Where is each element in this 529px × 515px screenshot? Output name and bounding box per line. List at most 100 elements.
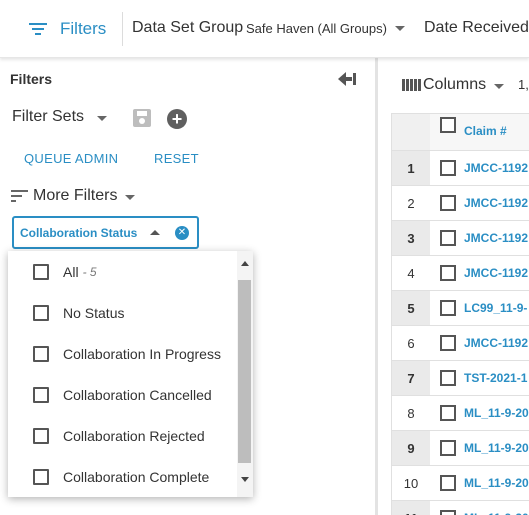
row-checkbox[interactable] (440, 195, 456, 211)
add-circle-icon: + (171, 109, 183, 129)
filter-sets-dropdown[interactable]: Filter Sets (12, 108, 108, 126)
row-checkbox[interactable] (440, 405, 456, 421)
save-filter-set-button[interactable] (133, 109, 151, 127)
option-collaboration-rejected[interactable]: Collaboration Rejected (8, 415, 236, 456)
row-number: 6 (407, 335, 415, 351)
table-row[interactable]: 8 ML_11-9-20 (392, 396, 529, 431)
table-row[interactable]: 9 ML_11-9-20 (392, 431, 529, 466)
claim-number-link[interactable]: JMCC-1192 (464, 336, 528, 350)
claims-grid-area: Columns 1, Claim # 1 JMCC-1192 2 JMCC-1192 3… (378, 58, 529, 515)
filters-toggle-label: Filters (60, 19, 107, 38)
data-set-group-select[interactable]: Safe Haven (All Groups) (246, 19, 405, 36)
row-number-header (392, 114, 430, 150)
scrollbar-thumb[interactable] (238, 280, 251, 463)
claims-table: Claim # 1 JMCC-1192 2 JMCC-1192 3 JMCC-1192 4 J… (391, 113, 529, 515)
scroll-down-arrow-icon[interactable] (241, 477, 249, 482)
scroll-up-arrow-icon[interactable] (241, 261, 249, 266)
date-received-label[interactable]: Date Received (424, 19, 529, 37)
select-all-checkbox[interactable] (440, 117, 456, 133)
clear-filter-icon[interactable]: ✕ (175, 226, 189, 240)
filters-toggle-button[interactable]: Filters (28, 16, 106, 42)
collapse-panel-button[interactable] (338, 72, 356, 86)
checkbox[interactable] (33, 386, 49, 403)
more-filters-dropdown[interactable]: More Filters (11, 187, 136, 205)
table-row[interactable]: 1 JMCC-1192 (392, 151, 529, 186)
claim-number-link[interactable]: ML_11-9-20 (464, 406, 529, 420)
checkbox[interactable] (33, 427, 49, 444)
queue-admin-button[interactable]: QUEUE ADMIN (24, 151, 118, 166)
top-bar: Filters Data Set Group Safe Haven (All G… (0, 0, 529, 58)
table-row[interactable]: 4 JMCC-1192 (392, 256, 529, 291)
table-body: 1 JMCC-1192 2 JMCC-1192 3 JMCC-1192 4 JMCC-1192… (392, 151, 529, 515)
table-row[interactable]: 6 JMCC-1192 (392, 326, 529, 361)
filter-lines-icon (28, 21, 48, 37)
option-all[interactable]: All - 5 (8, 251, 236, 292)
claim-number-link[interactable]: JMCC-1192 (464, 231, 528, 245)
row-checkbox[interactable] (440, 300, 456, 316)
reset-button[interactable]: RESET (154, 151, 199, 166)
checkbox[interactable] (33, 263, 49, 280)
collaboration-status-label: Collaboration Status (20, 225, 138, 240)
claim-number-link[interactable]: JMCC-1192 (464, 161, 528, 175)
row-checkbox[interactable] (440, 370, 456, 386)
claim-number-link[interactable]: ML_11-9-20 (464, 511, 529, 515)
table-row[interactable]: 7 TST-2021-1 (392, 361, 529, 396)
row-checkbox[interactable] (440, 160, 456, 176)
checkbox[interactable] (33, 345, 49, 362)
checkbox[interactable] (33, 304, 49, 321)
claim-number-link[interactable]: TST-2021-1 (464, 371, 527, 385)
data-set-group-value: Safe Haven (All Groups) (246, 21, 387, 36)
row-checkbox[interactable] (440, 230, 456, 246)
claim-number-link[interactable]: ML_11-9-20 (464, 441, 529, 455)
filter-sets-label: Filter Sets (12, 108, 85, 125)
row-checkbox[interactable] (440, 510, 456, 515)
table-row[interactable]: 10 ML_11-9-20 (392, 466, 529, 501)
option-label: All (63, 263, 79, 280)
row-checkbox[interactable] (440, 265, 456, 281)
table-row[interactable]: 3 JMCC-1192 (392, 221, 529, 256)
table-row[interactable]: 2 JMCC-1192 (392, 186, 529, 221)
columns-button[interactable]: Columns (402, 76, 505, 94)
row-number: 3 (392, 221, 430, 255)
option-count: - 5 (82, 264, 97, 279)
record-count: 1, (518, 77, 529, 92)
claim-number-link[interactable]: LC99_11-9- (464, 301, 527, 315)
row-number: 11 (392, 501, 430, 515)
claim-number-link[interactable]: ML_11-9-20 (464, 476, 529, 490)
add-filter-set-button[interactable]: + (167, 109, 187, 129)
columns-icon (402, 79, 421, 91)
row-number: 8 (407, 405, 415, 421)
data-set-group-label: Data Set Group (132, 19, 244, 36)
claim-number-link[interactable]: JMCC-1192 (464, 266, 528, 280)
row-number: 2 (407, 195, 415, 211)
option-label: Collaboration Rejected (63, 427, 205, 444)
claim-number-link[interactable]: JMCC-1192 (464, 196, 528, 210)
row-checkbox[interactable] (440, 475, 456, 491)
filter-panel-title: Filters (10, 71, 53, 87)
chevron-down-icon (394, 26, 405, 31)
columns-label: Columns (423, 76, 487, 93)
table-row[interactable]: 11 ML_11-9-20 (392, 501, 529, 515)
option-label: Collaboration Cancelled (63, 386, 212, 403)
chevron-down-icon (494, 83, 505, 89)
claim-column-header[interactable]: Claim # (464, 124, 507, 138)
row-checkbox[interactable] (440, 335, 456, 351)
filter-lines-icon (11, 189, 29, 203)
row-number: 1 (392, 151, 430, 185)
option-collaboration-complete[interactable]: Collaboration Complete (8, 456, 236, 497)
row-number: 9 (392, 431, 430, 465)
chevron-down-icon (97, 115, 108, 121)
option-collaboration-cancelled[interactable]: Collaboration Cancelled (8, 374, 236, 415)
option-label: Collaboration Complete (63, 468, 210, 485)
checkbox[interactable] (33, 468, 49, 485)
table-row[interactable]: 5 LC99_11-9- (392, 291, 529, 326)
row-number: 10 (403, 475, 419, 491)
collaboration-status-filter[interactable]: Collaboration Status ✕ (12, 216, 199, 249)
dropdown-scrollbar[interactable] (237, 251, 253, 497)
option-collaboration-in-progress[interactable]: Collaboration In Progress (8, 333, 236, 374)
topbar-divider (122, 12, 123, 46)
option-label: Collaboration In Progress (63, 345, 221, 362)
option-no-status[interactable]: No Status (8, 292, 236, 333)
chevron-down-icon (125, 194, 136, 200)
row-checkbox[interactable] (440, 440, 456, 456)
